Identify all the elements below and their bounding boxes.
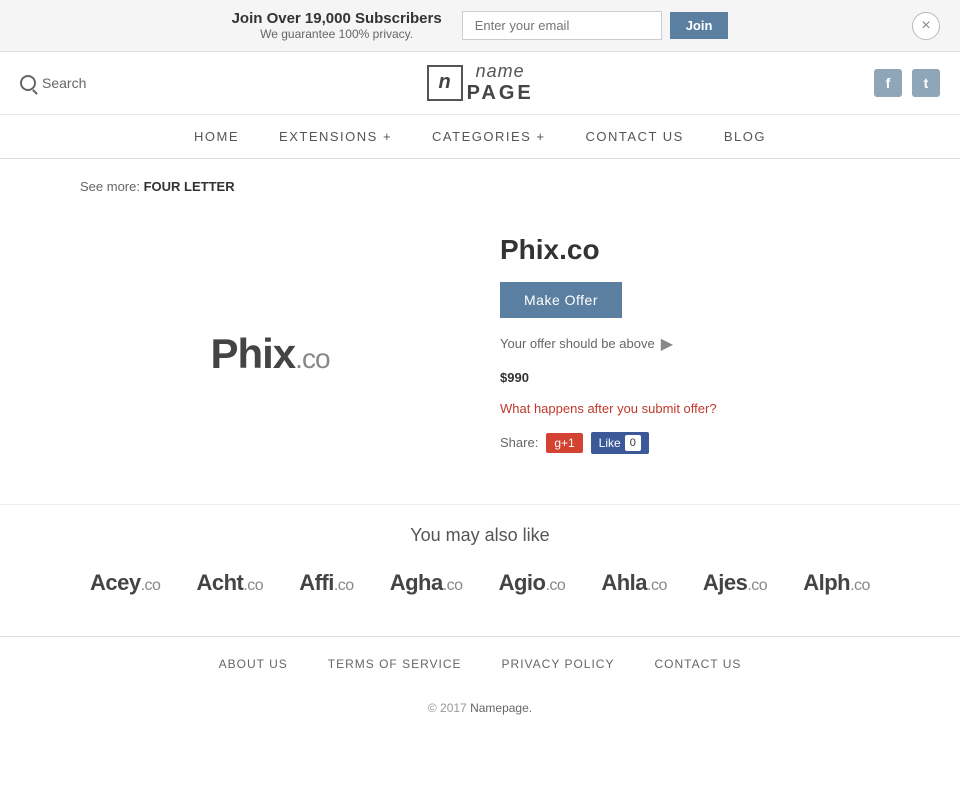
- breadcrumb: See more: FOUR LETTER: [0, 159, 960, 204]
- make-offer-button[interactable]: Make Offer: [500, 282, 622, 318]
- top-banner: Join Over 19,000 Subscribers We guarante…: [0, 0, 960, 52]
- similar-domain-5[interactable]: Ahla.co: [601, 570, 667, 596]
- footer-terms[interactable]: TERMS OF SERVICE: [328, 657, 462, 671]
- banner-text: Join Over 19,000 Subscribers We guarante…: [232, 10, 442, 41]
- main-content: Phix.co Phix.co Make Offer Your offer sh…: [0, 204, 960, 504]
- close-button[interactable]: ×: [912, 12, 940, 40]
- offer-price: $990: [500, 370, 880, 385]
- offer-info-text: Your offer should be above: [500, 336, 655, 351]
- copyright-brand[interactable]: Namepage.: [470, 701, 532, 715]
- footer-copyright: © 2017 Namepage.: [0, 691, 960, 735]
- logo-text: name PAGE: [467, 62, 534, 104]
- logo-page: PAGE: [467, 82, 534, 104]
- footer: ABOUT US TERMS OF SERVICE PRIVACY POLICY…: [0, 636, 960, 691]
- share-label: Share:: [500, 435, 538, 450]
- similar-domain-4[interactable]: Agio.co: [499, 570, 566, 596]
- banner-form: Join: [462, 11, 729, 40]
- similar-domain-3[interactable]: Agha.co: [390, 570, 463, 596]
- domain-info: Phix.co Make Offer Your offer should be …: [500, 224, 880, 484]
- email-input[interactable]: [462, 11, 662, 40]
- domain-title: Phix.co: [500, 234, 880, 266]
- header: Search n name PAGE f t: [0, 52, 960, 115]
- search-area[interactable]: Search: [20, 75, 86, 91]
- similar-section: You may also like Acey.co Acht.co Affi.c…: [0, 504, 960, 616]
- similar-tld-2: .co: [334, 577, 354, 594]
- similar-domain-1[interactable]: Acht.co: [196, 570, 263, 596]
- nav-item-categories[interactable]: CATEGORIES +: [432, 129, 545, 144]
- twitter-icon[interactable]: t: [912, 69, 940, 97]
- similar-tld-6: .co: [747, 577, 767, 594]
- similar-tld-7: .co: [850, 577, 870, 594]
- copyright-year: © 2017: [428, 701, 467, 715]
- search-label: Search: [42, 75, 86, 91]
- domain-preview: Phix.co: [80, 224, 460, 484]
- footer-privacy[interactable]: PRIVACY POLICY: [502, 657, 615, 671]
- similar-tld-3: .co: [443, 577, 463, 594]
- domain-name-display: Phix: [210, 330, 295, 377]
- logo-icon-box: n: [427, 65, 463, 101]
- similar-tld-5: .co: [647, 577, 667, 594]
- domain-suffix-display: .co: [295, 343, 329, 374]
- banner-subtitle: We guarantee 100% privacy.: [232, 27, 442, 41]
- fb-like-label: Like: [599, 436, 621, 450]
- logo-area: n name PAGE: [427, 62, 534, 104]
- logo-name: name: [467, 62, 534, 82]
- fb-like-count: 0: [625, 435, 641, 451]
- footer-about[interactable]: ABOUT US: [219, 657, 288, 671]
- offer-info: Your offer should be above ▶: [500, 334, 880, 354]
- nav-item-home[interactable]: HOME: [194, 129, 239, 144]
- footer-contact[interactable]: CONTACT US: [654, 657, 741, 671]
- similar-domain-7[interactable]: Alph.co: [803, 570, 870, 596]
- search-icon: [20, 75, 36, 91]
- arrow-icon: ▶: [661, 334, 673, 354]
- breadcrumb-category-link[interactable]: FOUR LETTER: [144, 179, 235, 194]
- similar-domain-0[interactable]: Acey.co: [90, 570, 160, 596]
- social-area: f t: [874, 69, 940, 97]
- logo-icon: n: [438, 71, 450, 94]
- banner-title: Join Over 19,000 Subscribers: [232, 10, 442, 27]
- breadcrumb-see-more: See more:: [80, 179, 140, 194]
- similar-tld-1: .co: [243, 577, 263, 594]
- domain-logo-large: Phix.co: [210, 330, 329, 378]
- google-plus-button[interactable]: g+1: [546, 433, 582, 453]
- nav-item-contact[interactable]: CONTACT US: [586, 129, 684, 144]
- similar-domain-2[interactable]: Affi.co: [299, 570, 354, 596]
- similar-domain-6[interactable]: Ajes.co: [703, 570, 767, 596]
- nav-item-blog[interactable]: BLOG: [724, 129, 766, 144]
- logo[interactable]: n name PAGE: [427, 62, 534, 104]
- main-nav: HOME EXTENSIONS + CATEGORIES + CONTACT U…: [0, 115, 960, 159]
- similar-tld-4: .co: [545, 577, 565, 594]
- similar-domains-list: Acey.co Acht.co Affi.co Agha.co Agio.co …: [80, 570, 880, 596]
- share-row: Share: g+1 Like 0: [500, 432, 880, 454]
- join-button[interactable]: Join: [670, 12, 729, 39]
- nav-item-extensions[interactable]: EXTENSIONS +: [279, 129, 392, 144]
- similar-title: You may also like: [80, 525, 880, 546]
- facebook-like-button[interactable]: Like 0: [591, 432, 649, 454]
- facebook-icon[interactable]: f: [874, 69, 902, 97]
- what-happens-link[interactable]: What happens after you submit offer?: [500, 401, 880, 416]
- similar-tld-0: .co: [141, 577, 161, 594]
